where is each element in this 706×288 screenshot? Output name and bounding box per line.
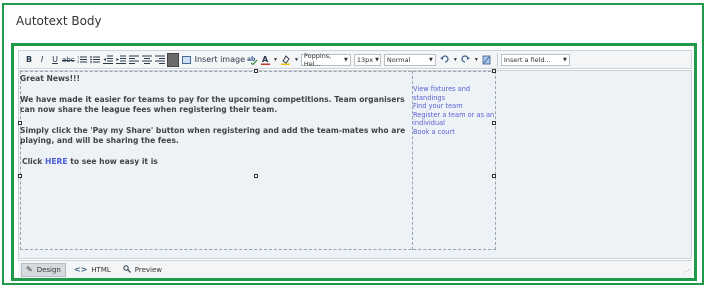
pencil-icon: ✎ [26, 265, 33, 274]
tab-html-label: HTML [91, 265, 111, 274]
editor-toolbar: B I U abc 12 Insert image ab A ▼ ▼ Poppi… [18, 50, 692, 69]
numbered-list-icon[interactable]: 12 [76, 53, 88, 67]
editor-content-area[interactable]: Great News!!! We have made it easier for… [18, 69, 692, 259]
font-size-value: 13px [356, 55, 374, 64]
font-color-dropdown-icon[interactable]: ▼ [273, 57, 278, 63]
insert-field-select[interactable]: Insert a field... ▼ [500, 53, 570, 66]
chevron-down-icon: ▼ [429, 56, 433, 63]
paragraph-heading: Great News!!! [20, 74, 80, 83]
svg-text:A: A [262, 55, 269, 64]
bold-button[interactable]: B [23, 53, 35, 67]
align-left-icon[interactable] [128, 53, 140, 67]
font-family-value: Poppins, Hel... [303, 51, 332, 68]
tab-html[interactable]: <> HTML [70, 263, 115, 277]
here-link[interactable]: HERE [45, 157, 68, 166]
font-family-select[interactable]: Poppins, Hel... ▼ [300, 51, 351, 68]
rich-text-editor: B I U abc 12 Insert image ab A ▼ ▼ Poppi… [11, 43, 697, 281]
sidebar-links: View fixtures and standings Find your te… [413, 85, 495, 137]
code-icon: <> [73, 265, 88, 274]
link-register-team[interactable]: Register a team or as an individual [413, 111, 495, 128]
svg-text:1: 1 [77, 56, 79, 60]
resize-grip-icon[interactable]: ⋰ [683, 268, 690, 276]
chevron-down-icon: ▼ [375, 56, 380, 63]
align-right-icon[interactable] [154, 53, 166, 67]
panel-title: Autotext Body [16, 14, 102, 28]
outdent-icon[interactable] [102, 53, 114, 67]
cta-suffix: to see how easy it is [67, 157, 158, 166]
tab-preview-label: Preview [134, 265, 163, 274]
highlight-color-icon[interactable] [280, 53, 292, 67]
insert-image-button[interactable]: Insert image [181, 53, 245, 67]
link-view-fixtures[interactable]: View fixtures and standings [413, 85, 495, 102]
redo-dropdown-icon[interactable]: ▼ [474, 57, 479, 63]
undo-icon[interactable] [439, 53, 451, 67]
body-text[interactable]: Great News!!! We have made it easier for… [20, 74, 412, 178]
tab-design[interactable]: ✎ Design [21, 262, 66, 277]
highlight-dropdown-icon[interactable]: ▼ [294, 57, 299, 63]
tab-design-label: Design [36, 265, 61, 274]
resize-handle[interactable] [492, 174, 496, 178]
link-find-team[interactable]: Find your team [413, 102, 495, 111]
clear-formatting-icon[interactable] [481, 53, 493, 67]
undo-dropdown-icon[interactable]: ▼ [453, 57, 458, 63]
strikethrough-button[interactable]: abc [62, 53, 75, 67]
underline-button[interactable]: U [49, 53, 61, 67]
chevron-down-icon: ▼ [562, 56, 567, 63]
paragraph-cta: Click HERE to see how easy it is [22, 157, 412, 167]
magnifier-icon [123, 264, 131, 275]
font-color-icon[interactable]: A [259, 53, 271, 67]
editor-mode-bar: ✎ Design <> HTML Preview ⋰ [18, 260, 692, 278]
paragraph-intro: We have made it easier for teams to pay … [20, 95, 405, 114]
link-book-court[interactable]: Book a court [413, 128, 495, 137]
insert-image-label: Insert image [194, 55, 245, 64]
bullet-list-icon[interactable] [89, 53, 101, 67]
font-size-select[interactable]: 13px ▼ [353, 53, 381, 66]
italic-button[interactable]: I [36, 53, 48, 67]
autotext-body-panel: Autotext Body B I U abc 12 Insert image … [2, 3, 704, 285]
resize-handle[interactable] [492, 69, 496, 73]
paragraph-instructions: Simply click the 'Pay my Share' button w… [20, 126, 406, 145]
chevron-down-icon: ▼ [344, 56, 348, 63]
resize-handle[interactable] [254, 69, 258, 73]
svg-text:2: 2 [77, 60, 79, 64]
toolbar-divider [496, 52, 498, 67]
align-center-icon[interactable] [141, 53, 153, 67]
paragraph-style-select[interactable]: Normal ▼ [383, 53, 436, 66]
redo-icon[interactable] [460, 53, 472, 67]
image-icon [181, 55, 191, 64]
justify-icon[interactable] [166, 52, 179, 67]
cta-prefix: Click [22, 157, 45, 166]
tab-preview[interactable]: Preview [119, 263, 166, 277]
paragraph-style-value: Normal [386, 55, 411, 64]
insert-field-value: Insert a field... [503, 55, 551, 64]
spell-check-icon[interactable]: ab [246, 53, 258, 67]
indent-icon[interactable] [115, 53, 127, 67]
